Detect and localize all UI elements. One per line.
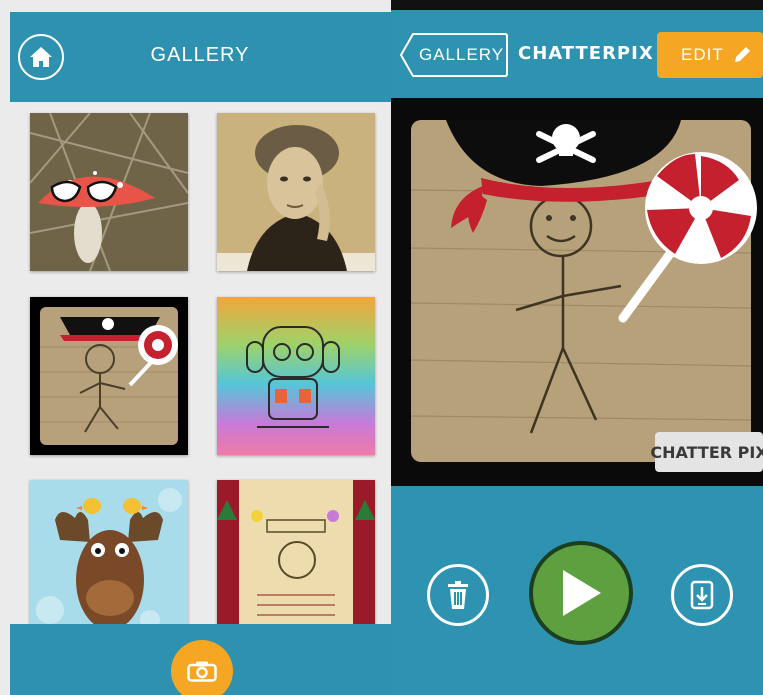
- preview-panel: GALLERY CHATTERPIX EDIT CHATTER PIX: [391, 0, 763, 695]
- camera-icon: [187, 661, 217, 682]
- edit-button[interactable]: EDIT: [657, 32, 763, 78]
- gallery-panel: GALLERY: [0, 0, 391, 695]
- gallery-title: GALLERY: [150, 44, 250, 66]
- pirate-stickfigure-thumbnail: [30, 297, 188, 455]
- gallery-item-3[interactable]: [30, 297, 188, 455]
- share-button[interactable]: [671, 564, 733, 626]
- delete-button[interactable]: [427, 564, 489, 626]
- pencil-icon: [734, 47, 750, 62]
- pirate-stickfigure-preview: [410, 120, 757, 462]
- chatterpix-watermark: CHATTER PIX: [650, 432, 763, 472]
- mushroom-thumbnail: [30, 113, 188, 271]
- edit-button-label: EDIT: [681, 45, 724, 64]
- gallery-item-2[interactable]: [217, 113, 375, 271]
- gallery-item-5[interactable]: [30, 480, 188, 638]
- back-to-gallery-button[interactable]: GALLERY: [399, 32, 509, 78]
- gallery-item-1[interactable]: [30, 113, 188, 271]
- app-title: CHATTERPIX: [518, 43, 654, 64]
- wanted-poster-thumbnail: [217, 480, 375, 638]
- gallery-item-4[interactable]: [217, 297, 375, 455]
- home-button[interactable]: [18, 34, 64, 80]
- camera-button[interactable]: [171, 640, 233, 695]
- home-icon: [30, 47, 52, 67]
- moose-thumbnail: [30, 480, 188, 638]
- gallery-item-6[interactable]: [217, 480, 375, 638]
- portrait-thumbnail: [217, 113, 375, 271]
- status-strip: [391, 0, 763, 10]
- rainbow-drawing-thumbnail: [217, 297, 375, 455]
- play-button[interactable]: [529, 541, 633, 645]
- preview-canvas[interactable]: CHATTER PIX: [391, 98, 763, 486]
- watermark-text: CHATTER PIX: [650, 442, 763, 462]
- play-icon: [563, 570, 601, 616]
- back-button-label: GALLERY: [419, 45, 505, 64]
- share-icon: [690, 580, 714, 610]
- trash-icon: [448, 581, 468, 609]
